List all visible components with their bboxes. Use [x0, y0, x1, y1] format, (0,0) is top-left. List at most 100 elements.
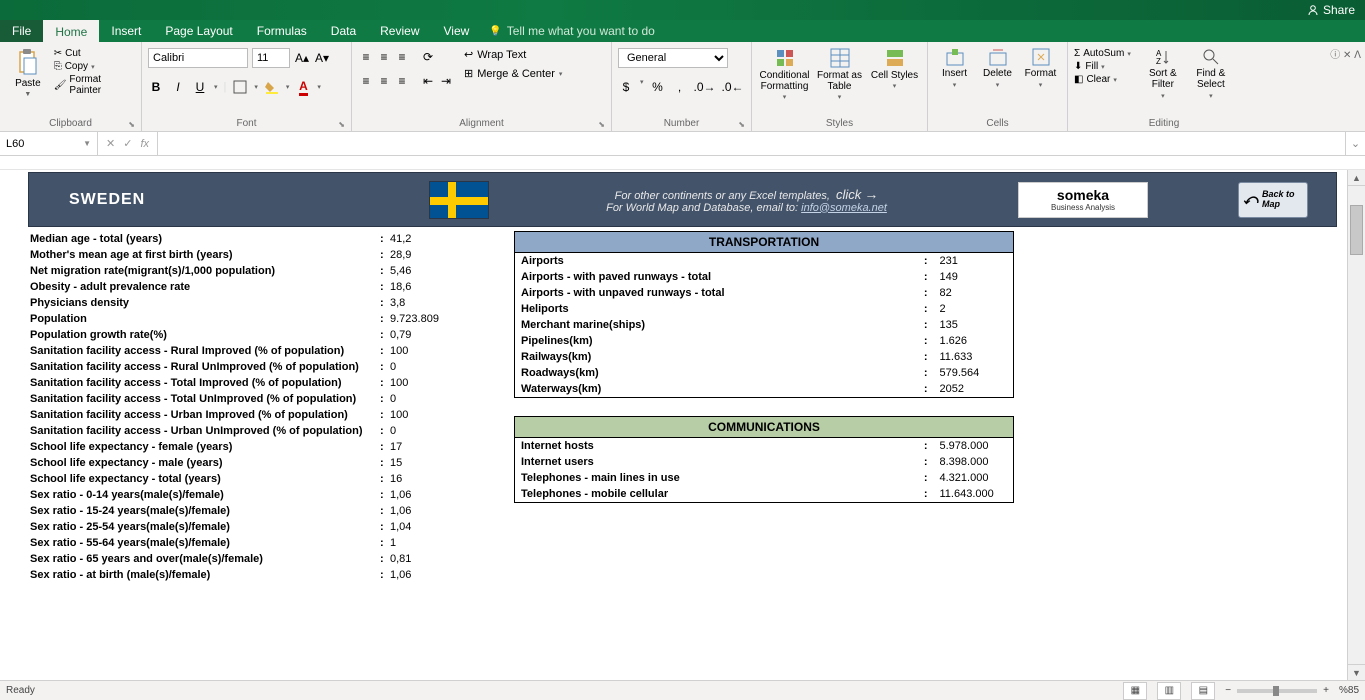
- collapse-ribbon-icon[interactable]: ⓘ ✕ ᐱ: [1330, 46, 1361, 61]
- format-painter-button[interactable]: 🖌Format Painter: [54, 74, 135, 96]
- decrease-font-icon[interactable]: A▾: [314, 49, 330, 67]
- tab-page-layout[interactable]: Page Layout: [153, 20, 244, 42]
- normal-view-icon[interactable]: ▦: [1123, 682, 1147, 700]
- formula-input[interactable]: [158, 132, 1345, 155]
- fill-color-button[interactable]: [264, 78, 280, 96]
- fx-icon[interactable]: fx: [140, 138, 149, 150]
- tab-review[interactable]: Review: [368, 20, 431, 42]
- underline-button[interactable]: U: [192, 78, 208, 96]
- cancel-formula-icon[interactable]: ✕: [106, 137, 115, 150]
- chevron-down-icon: ▼: [83, 139, 91, 148]
- share-button[interactable]: Share: [1307, 3, 1355, 17]
- alignment-group-label: Alignment⬊: [358, 116, 605, 131]
- align-left-icon[interactable]: ≡: [358, 72, 374, 90]
- dialog-launcher-icon[interactable]: ⬊: [598, 120, 605, 129]
- scroll-down-icon[interactable]: ▼: [1348, 664, 1365, 680]
- borders-button[interactable]: [232, 78, 248, 96]
- lightbulb-icon: 💡: [489, 26, 501, 37]
- scroll-thumb[interactable]: [1350, 205, 1363, 255]
- vertical-scrollbar[interactable]: ▲ ▼: [1347, 170, 1365, 680]
- align-middle-icon[interactable]: ≡: [376, 48, 392, 66]
- font-size-input[interactable]: [252, 48, 290, 68]
- group-alignment: ≡ ≡ ≡ ⟳ ≡ ≡ ≡ ⇤ ⇥ ↩Wrap Text ⊞Merge & Ce…: [352, 42, 612, 131]
- tab-insert[interactable]: Insert: [99, 20, 153, 42]
- tab-formulas[interactable]: Formulas: [245, 20, 319, 42]
- paste-icon: [16, 48, 40, 76]
- dialog-launcher-icon[interactable]: ⬊: [338, 120, 345, 129]
- delete-cells-button[interactable]: Delete▾: [977, 48, 1018, 89]
- table-row: Sex ratio - 0-14 years(male(s)/female):1…: [28, 487, 468, 503]
- dialog-launcher-icon[interactable]: ⬊: [738, 120, 745, 129]
- zoom-out-icon[interactable]: −: [1225, 685, 1231, 696]
- tell-me-search[interactable]: 💡 Tell me what you want to do: [489, 20, 655, 42]
- font-color-button[interactable]: A: [295, 78, 311, 96]
- dialog-launcher-icon[interactable]: ⬊: [128, 120, 135, 129]
- align-bottom-icon[interactable]: ≡: [394, 48, 410, 66]
- conditional-formatting-button[interactable]: Conditional Formatting▾: [758, 48, 811, 102]
- font-name-input[interactable]: [148, 48, 248, 68]
- autosum-button[interactable]: ΣAutoSum▾: [1074, 48, 1131, 59]
- table-row: Pipelines(km):1.626: [515, 333, 1014, 349]
- number-group-label: Number⬊: [618, 116, 745, 131]
- expand-formula-icon[interactable]: ⌄: [1345, 132, 1365, 155]
- decrease-decimal-icon[interactable]: .0←: [722, 78, 744, 96]
- tab-view[interactable]: View: [432, 20, 482, 42]
- bold-button[interactable]: B: [148, 78, 164, 96]
- increase-decimal-icon[interactable]: .0→: [694, 78, 716, 96]
- zoom-level[interactable]: %85: [1339, 685, 1359, 696]
- italic-button[interactable]: I: [170, 78, 186, 96]
- table-row: Sanitation facility access - Total UnImp…: [28, 391, 468, 407]
- tab-home[interactable]: Home: [43, 20, 99, 42]
- find-select-button[interactable]: Find & Select▾: [1189, 48, 1233, 100]
- tab-file[interactable]: File: [0, 20, 43, 42]
- styles-group-label: Styles: [758, 116, 921, 131]
- copy-button[interactable]: ⎘Copy▾: [54, 61, 135, 72]
- paste-button[interactable]: Paste ▼: [6, 48, 50, 99]
- table-row: Sanitation facility access - Rural UnImp…: [28, 359, 468, 375]
- format-table-button[interactable]: Format as Table▾: [813, 48, 866, 102]
- cut-button[interactable]: ✂Cut: [54, 48, 135, 59]
- zoom-slider[interactable]: − +: [1225, 685, 1329, 696]
- sheet-spacer: [0, 156, 1365, 170]
- indent-decrease-icon[interactable]: ⇤: [420, 72, 436, 90]
- worksheet-body[interactable]: SWEDEN For other continents or any Excel…: [0, 170, 1347, 680]
- eraser-icon: ◧: [1074, 74, 1083, 85]
- accounting-format-icon[interactable]: $: [618, 78, 634, 96]
- editing-group-label: Editing: [1074, 116, 1254, 131]
- zoom-in-icon[interactable]: +: [1323, 685, 1329, 696]
- number-format-select[interactable]: General: [618, 48, 728, 68]
- align-top-icon[interactable]: ≡: [358, 48, 374, 66]
- enter-formula-icon[interactable]: ✓: [123, 137, 132, 150]
- tab-data[interactable]: Data: [319, 20, 368, 42]
- email-link[interactable]: info@someka.net: [801, 202, 887, 214]
- sort-filter-button[interactable]: AZSort & Filter▾: [1141, 48, 1185, 100]
- scroll-up-icon[interactable]: ▲: [1348, 170, 1365, 186]
- clear-button[interactable]: ◧Clear▾: [1074, 74, 1131, 85]
- cell-styles-button[interactable]: Cell Styles▾: [868, 48, 921, 91]
- share-label: Share: [1323, 3, 1355, 17]
- insert-cells-button[interactable]: Insert▾: [934, 48, 975, 89]
- indent-increase-icon[interactable]: ⇥: [438, 72, 454, 90]
- merge-center-button[interactable]: ⊞Merge & Center▾: [464, 67, 562, 80]
- wrap-text-button[interactable]: ↩Wrap Text: [464, 48, 562, 61]
- orientation-icon[interactable]: ⟳: [420, 48, 436, 66]
- format-cells-button[interactable]: Format▾: [1020, 48, 1061, 89]
- cell-styles-icon: [885, 48, 905, 68]
- align-center-icon[interactable]: ≡: [376, 72, 392, 90]
- name-box[interactable]: L60▼: [0, 132, 98, 155]
- table-row: Roadways(km):579.564: [515, 365, 1014, 381]
- page-break-icon[interactable]: ▤: [1191, 682, 1215, 700]
- comma-format-icon[interactable]: ,: [672, 78, 688, 96]
- back-to-map-button[interactable]: ⤺Back to Map: [1238, 182, 1308, 218]
- increase-font-icon[interactable]: A▴: [294, 49, 310, 67]
- group-font: A▴ A▾ B I U ▾ | ▾ ▾ A ▾ Font⬊: [142, 42, 352, 131]
- table-row: Obesity - adult prevalence rate:18,6: [28, 279, 468, 295]
- page-layout-icon[interactable]: ▥: [1157, 682, 1181, 700]
- table-row: Telephones - main lines in use:4.321.000: [515, 470, 1014, 486]
- table-row: Net migration rate(migrant(s)/1,000 popu…: [28, 263, 468, 279]
- fill-button[interactable]: ⬇Fill▾: [1074, 61, 1131, 72]
- table-row: Airports:231: [515, 253, 1014, 270]
- brush-icon: 🖌: [54, 80, 67, 91]
- percent-format-icon[interactable]: %: [650, 78, 666, 96]
- align-right-icon[interactable]: ≡: [394, 72, 410, 90]
